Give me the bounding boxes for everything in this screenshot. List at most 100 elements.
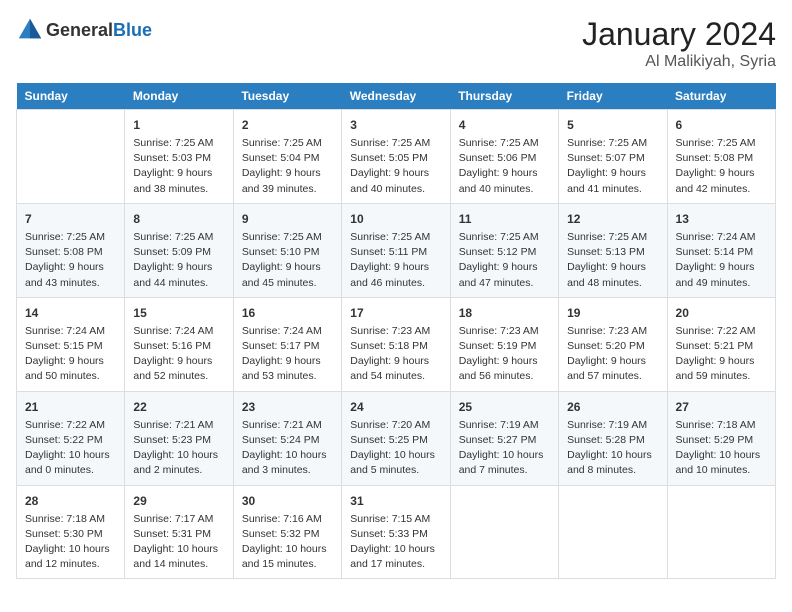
day-info: Sunrise: 7:18 AMSunset: 5:30 PMDaylight:…	[25, 512, 116, 573]
day-info: Sunrise: 7:22 AMSunset: 5:22 PMDaylight:…	[25, 418, 116, 479]
calendar-cell: 10 Sunrise: 7:25 AMSunset: 5:11 PMDayligh…	[342, 203, 450, 297]
calendar-cell: 24Sunrise: 7:20 AMSunset: 5:25 PMDayligh…	[342, 391, 450, 485]
calendar-cell	[667, 485, 775, 579]
calendar-week-row: 1 Sunrise: 7:25 AMSunset: 5:03 PMDaylight…	[17, 110, 776, 204]
day-info: Sunrise: 7:25 AMSunset: 5:10 PMDaylight:…	[242, 230, 333, 291]
weekday-header-monday: Monday	[125, 83, 233, 110]
day-info: Sunrise: 7:23 AMSunset: 5:19 PMDaylight:…	[459, 324, 550, 385]
calendar-cell: 4 Sunrise: 7:25 AMSunset: 5:06 PMDaylight…	[450, 110, 558, 204]
day-number: 27	[676, 398, 767, 416]
day-info: Sunrise: 7:23 AMSunset: 5:18 PMDaylight:…	[350, 324, 441, 385]
calendar-cell: 31 Sunrise: 7:15 AMSunset: 5:33 PMDayligh…	[342, 485, 450, 579]
day-info: Sunrise: 7:25 AMSunset: 5:06 PMDaylight:…	[459, 136, 550, 197]
day-number: 13	[676, 210, 767, 228]
calendar-cell: 25 Sunrise: 7:19 AMSunset: 5:27 PMDayligh…	[450, 391, 558, 485]
day-number: 22	[133, 398, 224, 416]
calendar-cell: 26Sunrise: 7:19 AMSunset: 5:28 PMDayligh…	[559, 391, 667, 485]
calendar-week-row: 7 Sunrise: 7:25 AMSunset: 5:08 PMDaylight…	[17, 203, 776, 297]
day-number: 12	[567, 210, 658, 228]
day-number: 30	[242, 492, 333, 510]
page-header: GeneralBlue January 2024 Al Malikiyah, S…	[16, 16, 776, 71]
logo-icon	[16, 16, 44, 44]
logo-blue: Blue	[113, 20, 152, 40]
weekday-header-friday: Friday	[559, 83, 667, 110]
day-number: 5	[567, 116, 658, 134]
day-number: 7	[25, 210, 116, 228]
day-number: 10	[350, 210, 441, 228]
day-info: Sunrise: 7:21 AMSunset: 5:23 PMDaylight:…	[133, 418, 224, 479]
day-number: 28	[25, 492, 116, 510]
calendar-cell: 29Sunrise: 7:17 AMSunset: 5:31 PMDayligh…	[125, 485, 233, 579]
calendar-cell: 5Sunrise: 7:25 AMSunset: 5:07 PMDaylight…	[559, 110, 667, 204]
day-info: Sunrise: 7:25 AMSunset: 5:13 PMDaylight:…	[567, 230, 658, 291]
calendar-cell: 17 Sunrise: 7:23 AMSunset: 5:18 PMDayligh…	[342, 297, 450, 391]
day-number: 17	[350, 304, 441, 322]
calendar-week-row: 28 Sunrise: 7:18 AMSunset: 5:30 PMDayligh…	[17, 485, 776, 579]
calendar-cell: 2 Sunrise: 7:25 AMSunset: 5:04 PMDaylight…	[233, 110, 341, 204]
day-info: Sunrise: 7:25 AMSunset: 5:08 PMDaylight:…	[25, 230, 116, 291]
day-number: 15	[133, 304, 224, 322]
logo-general: General	[46, 20, 113, 40]
day-number: 8	[133, 210, 224, 228]
day-number: 19	[567, 304, 658, 322]
weekday-header-row: SundayMondayTuesdayWednesdayThursdayFrid…	[17, 83, 776, 110]
calendar-cell: 21 Sunrise: 7:22 AMSunset: 5:22 PMDayligh…	[17, 391, 125, 485]
day-number: 31	[350, 492, 441, 510]
calendar-cell: 8 Sunrise: 7:25 AMSunset: 5:09 PMDaylight…	[125, 203, 233, 297]
day-info: Sunrise: 7:16 AMSunset: 5:32 PMDaylight:…	[242, 512, 333, 573]
logo-wordmark: GeneralBlue	[46, 20, 152, 41]
day-info: Sunrise: 7:25 AMSunset: 5:11 PMDaylight:…	[350, 230, 441, 291]
calendar-cell: 16Sunrise: 7:24 AMSunset: 5:17 PMDayligh…	[233, 297, 341, 391]
day-number: 1	[133, 116, 224, 134]
day-number: 4	[459, 116, 550, 134]
day-number: 11	[459, 210, 550, 228]
day-number: 21	[25, 398, 116, 416]
calendar-cell: 15 Sunrise: 7:24 AMSunset: 5:16 PMDayligh…	[125, 297, 233, 391]
weekday-header-sunday: Sunday	[17, 83, 125, 110]
day-number: 18	[459, 304, 550, 322]
calendar-cell: 14Sunrise: 7:24 AMSunset: 5:15 PMDayligh…	[17, 297, 125, 391]
calendar-cell: 28 Sunrise: 7:18 AMSunset: 5:30 PMDayligh…	[17, 485, 125, 579]
calendar-week-row: 21 Sunrise: 7:22 AMSunset: 5:22 PMDayligh…	[17, 391, 776, 485]
day-number: 26	[567, 398, 658, 416]
day-info: Sunrise: 7:15 AMSunset: 5:33 PMDaylight:…	[350, 512, 441, 573]
day-info: Sunrise: 7:18 AMSunset: 5:29 PMDaylight:…	[676, 418, 767, 479]
day-info: Sunrise: 7:23 AMSunset: 5:20 PMDaylight:…	[567, 324, 658, 385]
calendar-cell: 11Sunrise: 7:25 AMSunset: 5:12 PMDayligh…	[450, 203, 558, 297]
day-info: Sunrise: 7:20 AMSunset: 5:25 PMDaylight:…	[350, 418, 441, 479]
calendar-cell: 13 Sunrise: 7:24 AMSunset: 5:14 PMDayligh…	[667, 203, 775, 297]
weekday-header-wednesday: Wednesday	[342, 83, 450, 110]
day-info: Sunrise: 7:19 AMSunset: 5:27 PMDaylight:…	[459, 418, 550, 479]
day-number: 6	[676, 116, 767, 134]
day-number: 25	[459, 398, 550, 416]
calendar-cell: 27 Sunrise: 7:18 AMSunset: 5:29 PMDayligh…	[667, 391, 775, 485]
day-info: Sunrise: 7:25 AMSunset: 5:09 PMDaylight:…	[133, 230, 224, 291]
calendar-cell	[17, 110, 125, 204]
day-number: 9	[242, 210, 333, 228]
day-number: 14	[25, 304, 116, 322]
day-info: Sunrise: 7:24 AMSunset: 5:16 PMDaylight:…	[133, 324, 224, 385]
day-number: 2	[242, 116, 333, 134]
calendar-week-row: 14Sunrise: 7:24 AMSunset: 5:15 PMDayligh…	[17, 297, 776, 391]
weekday-header-tuesday: Tuesday	[233, 83, 341, 110]
day-info: Sunrise: 7:17 AMSunset: 5:31 PMDaylight:…	[133, 512, 224, 573]
page-title: January 2024	[582, 16, 776, 53]
day-info: Sunrise: 7:25 AMSunset: 5:04 PMDaylight:…	[242, 136, 333, 197]
calendar-cell: 1 Sunrise: 7:25 AMSunset: 5:03 PMDaylight…	[125, 110, 233, 204]
calendar-cell	[559, 485, 667, 579]
calendar-cell: 9 Sunrise: 7:25 AMSunset: 5:10 PMDaylight…	[233, 203, 341, 297]
weekday-header-saturday: Saturday	[667, 83, 775, 110]
calendar-cell: 20Sunrise: 7:22 AMSunset: 5:21 PMDayligh…	[667, 297, 775, 391]
weekday-header-thursday: Thursday	[450, 83, 558, 110]
calendar-table: SundayMondayTuesdayWednesdayThursdayFrid…	[16, 83, 776, 579]
calendar-cell: 30 Sunrise: 7:16 AMSunset: 5:32 PMDayligh…	[233, 485, 341, 579]
calendar-cell: 18 Sunrise: 7:23 AMSunset: 5:19 PMDayligh…	[450, 297, 558, 391]
calendar-cell: 7 Sunrise: 7:25 AMSunset: 5:08 PMDaylight…	[17, 203, 125, 297]
day-info: Sunrise: 7:21 AMSunset: 5:24 PMDaylight:…	[242, 418, 333, 479]
day-info: Sunrise: 7:25 AMSunset: 5:03 PMDaylight:…	[133, 136, 224, 197]
calendar-cell: 23Sunrise: 7:21 AMSunset: 5:24 PMDayligh…	[233, 391, 341, 485]
day-info: Sunrise: 7:24 AMSunset: 5:17 PMDaylight:…	[242, 324, 333, 385]
day-number: 20	[676, 304, 767, 322]
day-info: Sunrise: 7:25 AMSunset: 5:05 PMDaylight:…	[350, 136, 441, 197]
day-info: Sunrise: 7:24 AMSunset: 5:14 PMDaylight:…	[676, 230, 767, 291]
